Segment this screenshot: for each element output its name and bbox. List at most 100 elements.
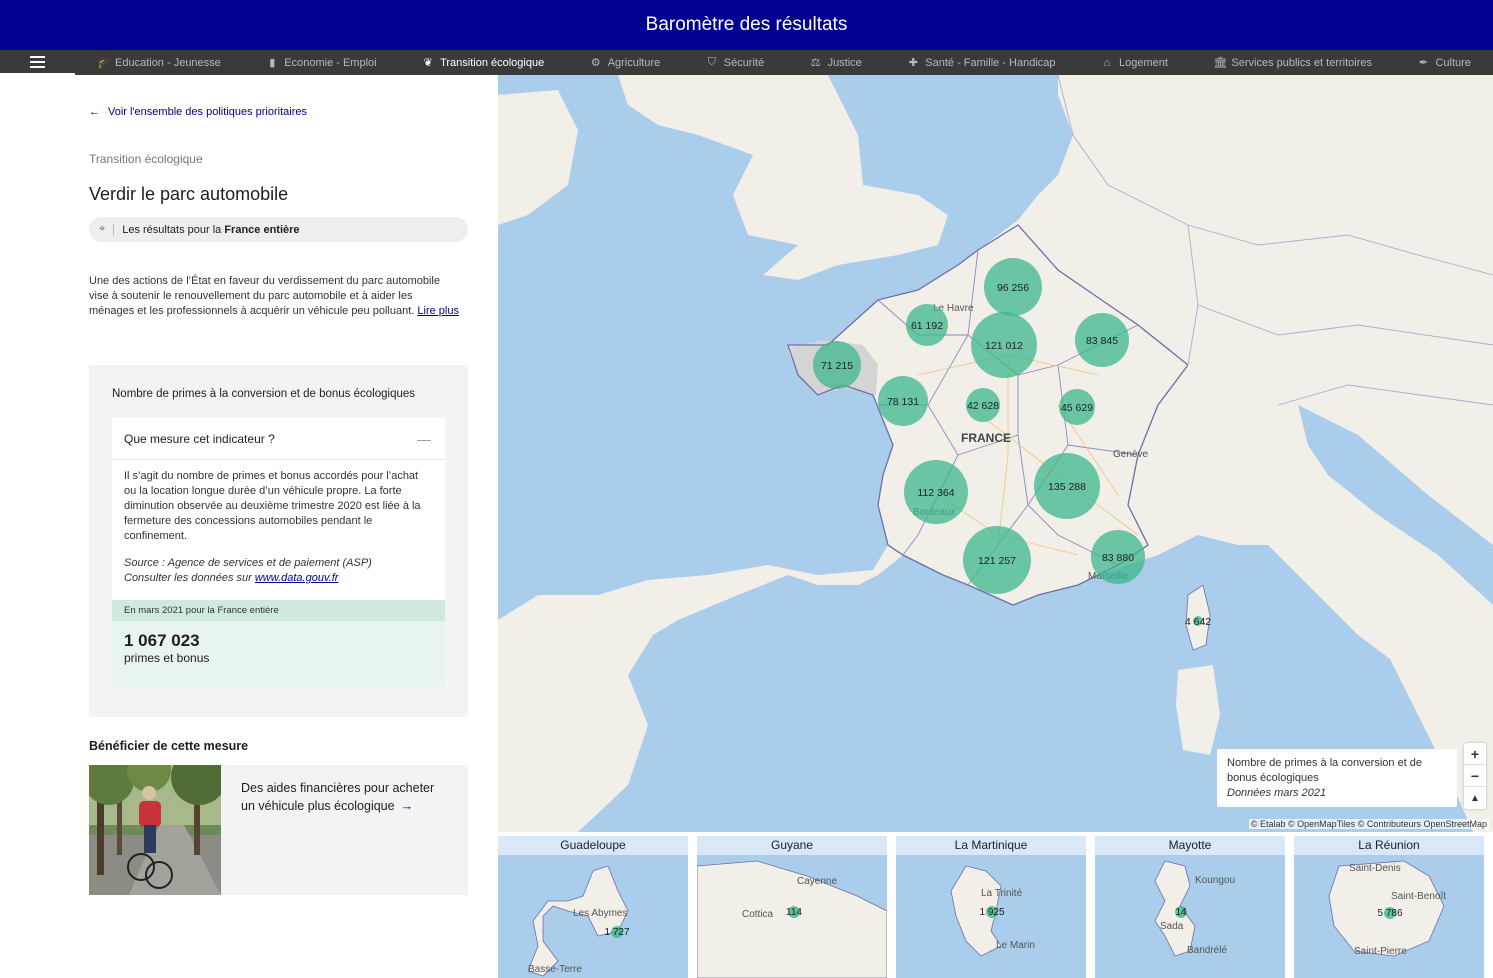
- nav-item-7[interactable]: ⌂ Logement: [1101, 57, 1168, 69]
- nav-item-3[interactable]: ⚙ Agriculture: [590, 56, 661, 70]
- map-canvas: FRANCELe HavreBordeauxGenèveMarseille 96…: [498, 75, 1493, 832]
- cyclist-photo: [89, 765, 221, 895]
- cluster-value: 1 925: [979, 907, 1004, 918]
- accordion-toggle[interactable]: Que mesure cet indicateur ? —: [112, 418, 445, 460]
- indicator-value: 1 067 023: [124, 631, 200, 650]
- feather-icon: ✒: [1418, 57, 1429, 69]
- back-link[interactable]: ← Voir l'ensemble des politiques priorit…: [89, 106, 307, 118]
- value-caption: En mars 2021 pour la France entière: [112, 600, 445, 621]
- region-cluster[interactable]: 42 628: [966, 388, 1000, 422]
- place-label: Saint-Denis: [1349, 863, 1401, 874]
- region-cluster[interactable]: 121 257: [963, 526, 1031, 594]
- nav-item-8[interactable]: 🏛 Services publics et territoires: [1213, 56, 1372, 70]
- nav-item-4[interactable]: ⛉ Sécurité: [706, 56, 764, 69]
- cluster-value: 121 257: [978, 555, 1016, 567]
- overseas-maps: Guadeloupe Les Abymes Basse-Terre 1 727 Guya…: [498, 836, 1493, 978]
- indicator-value-box: En mars 2021 pour la France entière 1 06…: [112, 600, 445, 687]
- scope-label: Les résultats pour la France entière: [122, 223, 300, 236]
- compass-icon[interactable]: ▲: [1464, 787, 1486, 809]
- cluster-value: 71 215: [821, 360, 853, 372]
- overseas-title: Guadeloupe: [498, 836, 688, 855]
- region-cluster[interactable]: 78 131: [878, 376, 928, 426]
- territory-selector[interactable]: ⌖ Les résultats pour la France entière: [89, 217, 468, 242]
- indicator-description: Il s’agit du nombre de primes et bonus a…: [124, 470, 421, 542]
- nav-item-5[interactable]: ⚖ Justice: [810, 56, 862, 70]
- region-cluster[interactable]: 121 012: [971, 312, 1037, 378]
- indicator-title: Nombre de primes à la conversion et de b…: [112, 388, 416, 400]
- nav-item-label: Services publics et territoires: [1231, 56, 1372, 69]
- map-legend: Nombre de primes à la conversion et de b…: [1217, 749, 1457, 807]
- nav-item-2[interactable]: ❦ Transition écologique: [422, 56, 544, 70]
- region-cluster[interactable]: 4 642: [1185, 616, 1211, 628]
- nav-item-1[interactable]: ▮ Economie - Emploi: [266, 56, 377, 70]
- overseas-title: La Martinique: [896, 836, 1086, 855]
- place-label: Basse-Terre: [528, 964, 582, 975]
- france-map[interactable]: FRANCELe HavreBordeauxGenèveMarseille 96…: [498, 75, 1493, 832]
- nav-item-0[interactable]: 🎓 Education - Jeunesse: [97, 56, 221, 70]
- arrow-right-icon: →: [400, 799, 414, 813]
- arrow-left-icon: ←: [89, 106, 100, 118]
- cluster-value: 45 629: [1061, 402, 1093, 414]
- scope-separator: [113, 223, 115, 236]
- place-label: Saint-Pierre: [1354, 946, 1407, 957]
- policy-intro: Une des actions de l’État en faveur du v…: [89, 275, 459, 317]
- cluster-value: 78 131: [887, 396, 919, 408]
- accordion-title: Que mesure cet indicateur ?: [124, 431, 275, 446]
- overseas-map-3[interactable]: Mayotte Koungou Sada Bandrélé 14: [1095, 836, 1285, 978]
- overseas-map-0[interactable]: Guadeloupe Les Abymes Basse-Terre 1 727: [498, 836, 688, 978]
- overseas-map-1[interactable]: Guyane Cayenne Cottica 114: [697, 836, 887, 978]
- overseas-title: La Réunion: [1294, 836, 1484, 855]
- cluster-value: 42 628: [967, 400, 999, 412]
- cluster-value: 83 845: [1086, 335, 1118, 347]
- benefit-card-text: Des aides financières pour acheter un vé…: [241, 781, 435, 813]
- zoom-in-button[interactable]: +: [1464, 743, 1486, 765]
- overseas-map-canvas: La Trinité Le Marin 1 925: [950, 865, 1035, 957]
- nav-item-label: Culture: [1435, 56, 1471, 69]
- region-cluster[interactable]: 61 192: [906, 304, 948, 346]
- nav-item-label: Sécurité: [723, 56, 765, 69]
- territory-landmass: [697, 860, 887, 978]
- region-cluster[interactable]: 83 880: [1091, 530, 1145, 584]
- indicator-unit: primes et bonus: [124, 651, 210, 665]
- read-more-link[interactable]: Lire plus: [417, 305, 459, 317]
- region-cluster[interactable]: 71 215: [813, 341, 861, 389]
- data-gouv-link[interactable]: www.data.gouv.fr: [255, 572, 339, 584]
- overseas-map-4[interactable]: La Réunion Saint-Denis Saint-Benoît Saint-P…: [1294, 836, 1484, 978]
- overseas-map-2[interactable]: La Martinique La Trinité Le Marin 1 925: [896, 836, 1086, 978]
- scale-icon: ⚖: [810, 57, 821, 69]
- nav-item-6[interactable]: ✚ Santé - Famille - Handicap: [907, 56, 1056, 70]
- back-link-label: Voir l'ensemble des politiques prioritai…: [108, 106, 307, 118]
- map-attribution: © Etalab © OpenMapTiles © Contributeurs …: [1248, 819, 1489, 829]
- nav-item-label: Economie - Emploi: [284, 56, 377, 69]
- place-label: Bandrélé: [1187, 945, 1227, 956]
- collapse-icon: —: [417, 430, 431, 447]
- building-icon: 🏛: [1213, 57, 1228, 69]
- zoom-controls: + − ▲: [1464, 743, 1486, 809]
- graduation-cap-icon: 🎓: [97, 57, 111, 69]
- cluster-value: 1 727: [604, 927, 629, 938]
- region-cluster[interactable]: 45 629: [1059, 389, 1095, 425]
- home-icon: ⌂: [1103, 56, 1111, 69]
- city-label: Genève: [1113, 449, 1148, 460]
- cluster-value: 96 256: [997, 282, 1029, 294]
- region-cluster[interactable]: 83 845: [1075, 313, 1129, 367]
- region-cluster[interactable]: 135 288: [1034, 453, 1100, 519]
- indicator-card: Nombre de primes à la conversion et de b…: [89, 365, 468, 717]
- menu-icon[interactable]: [0, 50, 75, 75]
- benefit-card[interactable]: Des aides financières pour acheter un vé…: [89, 765, 468, 895]
- overseas-map-canvas: Les Abymes Basse-Terre 1 727: [527, 865, 630, 977]
- region-cluster[interactable]: 112 364: [904, 460, 968, 524]
- theme-nav-items: 🎓 Education - Jeunesse ▮ Economie - Emploi ❦…: [75, 56, 1493, 69]
- overseas-title: Guyane: [697, 836, 887, 855]
- place-label: La Trinité: [981, 888, 1023, 899]
- sidebar-panel: ← Voir l'ensemble des politiques priorit…: [0, 75, 498, 978]
- nav-item-9[interactable]: ✒ Culture: [1417, 56, 1471, 70]
- place-label: Saint-Benoît: [1391, 891, 1446, 902]
- cluster-value: 4 642: [1185, 616, 1211, 628]
- place-label: Cottica: [742, 909, 774, 920]
- zoom-out-button[interactable]: −: [1464, 765, 1486, 787]
- region-cluster[interactable]: 96 256: [984, 258, 1042, 316]
- cluster-value: 14: [1175, 907, 1187, 918]
- place-label: Le Marin: [996, 940, 1035, 951]
- medical-case-icon: ✚: [908, 57, 918, 69]
